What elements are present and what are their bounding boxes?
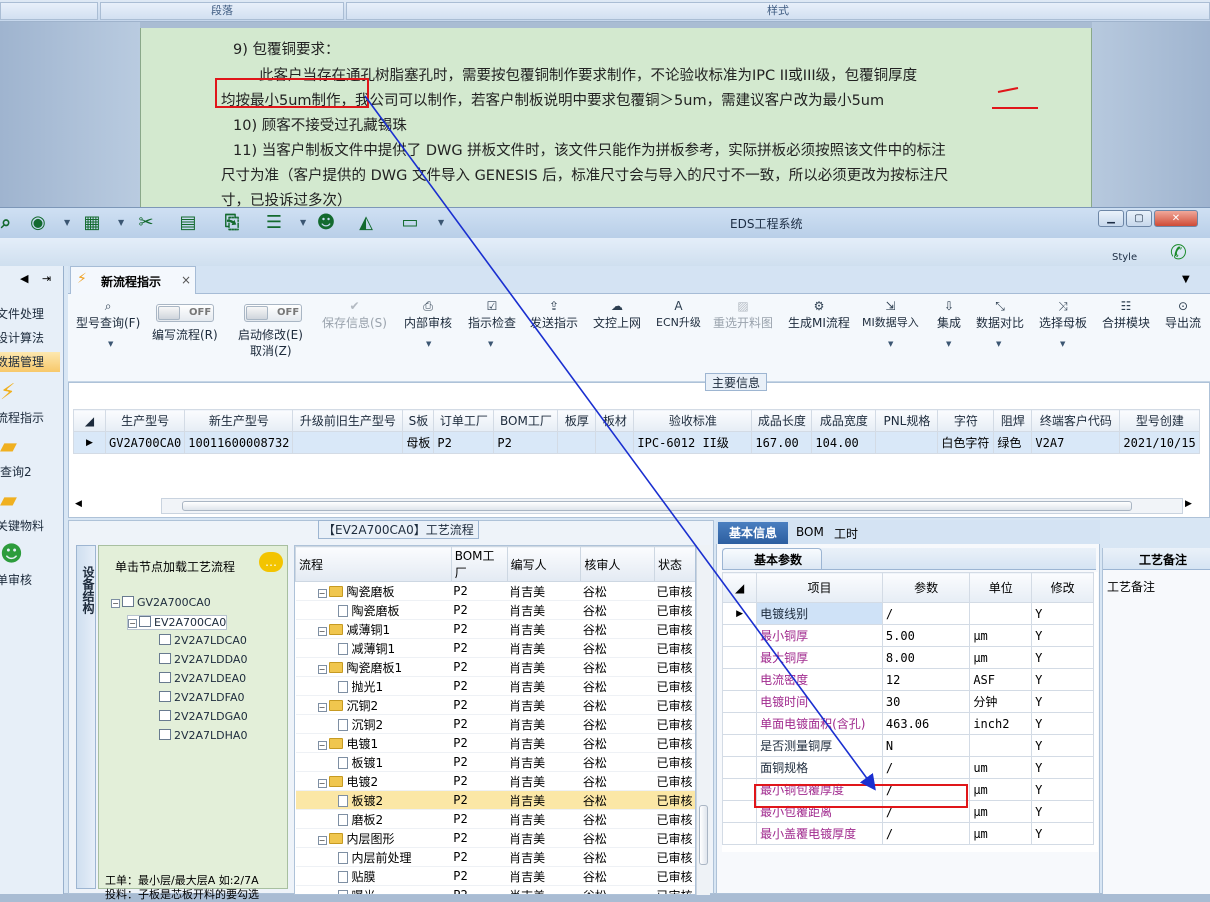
annotation-arrow: [364, 95, 876, 791]
